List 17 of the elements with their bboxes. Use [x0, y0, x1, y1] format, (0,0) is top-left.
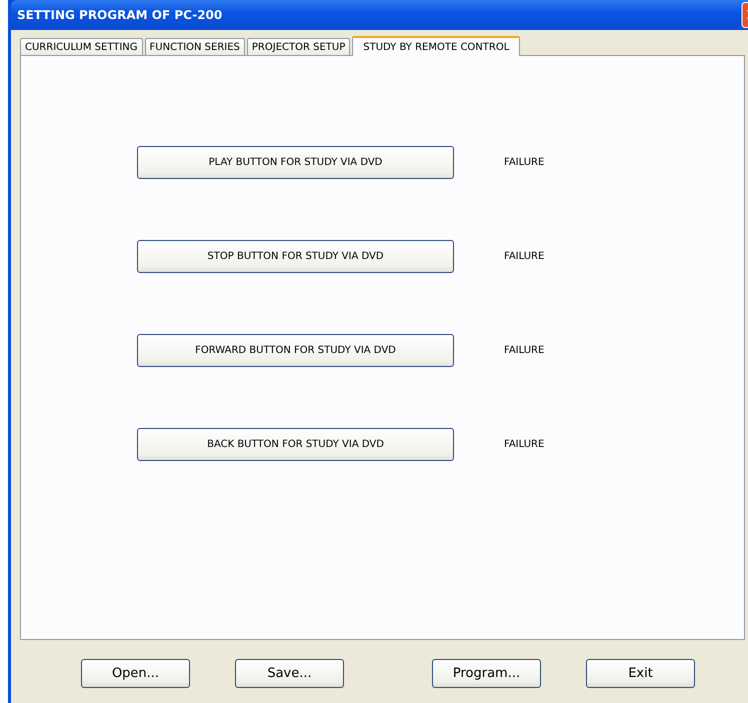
- window-title: SETTING PROGRAM OF PC-200: [17, 8, 222, 22]
- tab[interactable]: STUDY BY REMOTE CONTROL: [352, 36, 520, 56]
- test-button[interactable]: BACK BUTTON FOR STUDY VIA DVD: [137, 428, 454, 461]
- test-button[interactable]: FORWARD BUTTON FOR STUDY VIA DVD: [137, 334, 454, 367]
- status-label: FAILURE: [504, 345, 544, 356]
- status-label: FAILURE: [504, 157, 544, 168]
- dialog-button[interactable]: Open...: [81, 659, 190, 688]
- test-button[interactable]: PLAY BUTTON FOR STUDY VIA DVD: [137, 146, 454, 179]
- status-label: FAILURE: [504, 439, 544, 450]
- dialog-button[interactable]: Program...: [432, 659, 541, 688]
- dialog-button[interactable]: Save...: [235, 659, 344, 688]
- dialog-button[interactable]: Exit: [586, 659, 695, 688]
- status-label: FAILURE: [504, 251, 544, 262]
- tab[interactable]: PROJECTOR SETUP: [246, 38, 350, 55]
- tab[interactable]: CURRICULUM SETTING: [20, 38, 143, 55]
- tab[interactable]: FUNCTION SERIES: [144, 38, 245, 55]
- test-button[interactable]: STOP BUTTON FOR STUDY VIA DVD: [137, 240, 454, 273]
